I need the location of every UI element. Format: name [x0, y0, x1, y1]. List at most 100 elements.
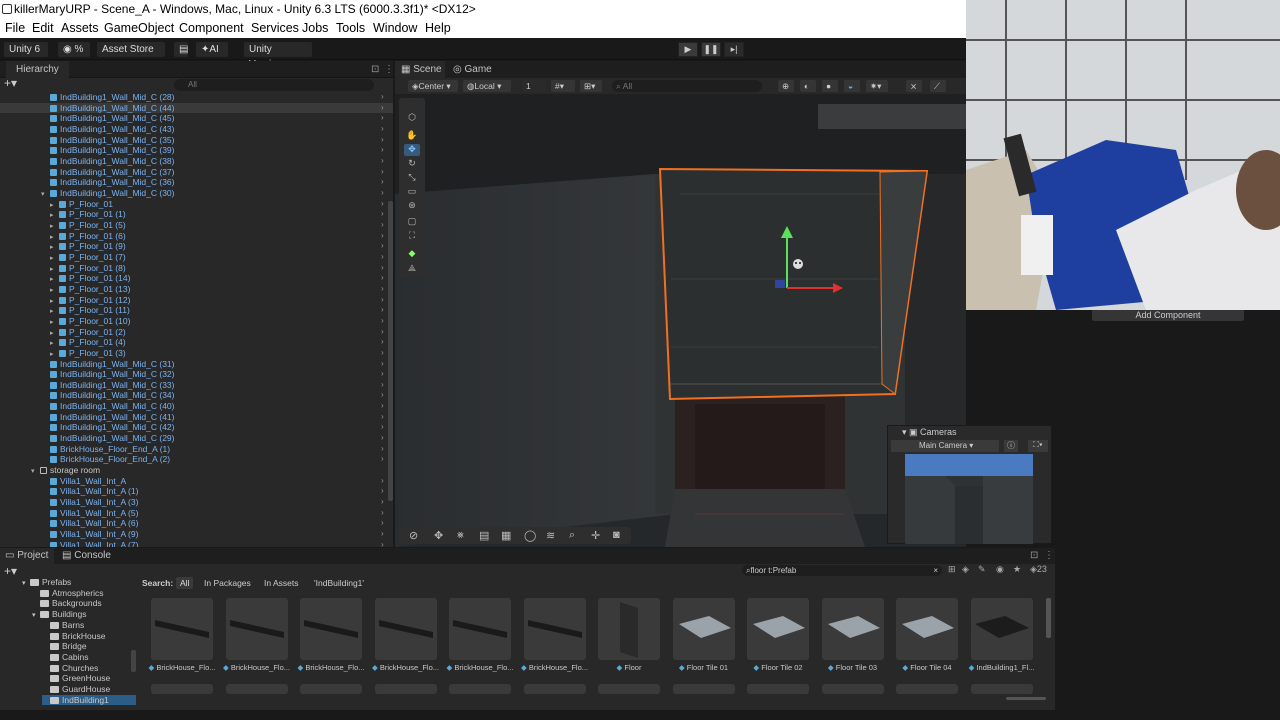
hierarchy-row[interactable]: Villa1_Wall_Int_A (9) ›: [0, 529, 393, 540]
hierarchy-row[interactable]: IndBuilding1_Wall_Mid_C (36) ›: [0, 177, 393, 188]
scope-in-packages[interactable]: In Packages: [204, 578, 251, 588]
hierarchy-row[interactable]: ▸ P_Floor_01 (4) ›: [0, 337, 393, 348]
hand-tool-icon[interactable]: ✋: [404, 130, 420, 142]
layers-icon[interactable]: ≋: [546, 529, 555, 542]
unity-account-button[interactable]: Unity 6: [4, 42, 48, 57]
lighting-icon[interactable]: ●: [822, 80, 838, 92]
scene-search-input[interactable]: ⌕ All: [612, 80, 762, 92]
scene-viewport[interactable]: [395, 94, 966, 547]
hierarchy-row[interactable]: ▸ P_Floor_01 (13) ›: [0, 284, 393, 295]
hierarchy-row[interactable]: ▸ P_Floor_01 (2) ›: [0, 327, 393, 338]
version-control-button[interactable]: Unity Versio... ▾: [244, 42, 312, 70]
hierarchy-row[interactable]: IndBuilding1_Wall_Mid_C (44) ›: [0, 102, 393, 114]
space-dropdown[interactable]: ◍Local ▾: [463, 80, 511, 92]
rect-tool-icon[interactable]: ▭: [404, 186, 420, 198]
open-prefab-arrow-icon[interactable]: ›: [381, 273, 384, 284]
scope-folder[interactable]: 'IndBuilding1': [314, 578, 364, 588]
hierarchy-row[interactable]: IndBuilding1_Wall_Mid_C (42) ›: [0, 422, 393, 433]
open-prefab-arrow-icon[interactable]: ›: [381, 305, 384, 316]
hierarchy-row[interactable]: IndBuilding1_Wall_Mid_C (32) ›: [0, 369, 393, 380]
hierarchy-row[interactable]: Villa1_Wall_Int_A (1) ›: [0, 486, 393, 497]
open-prefab-arrow-icon[interactable]: ›: [381, 486, 384, 497]
step-button[interactable]: ▸|: [724, 42, 744, 57]
asset-thumbnail[interactable]: [970, 598, 1033, 660]
project-search-input[interactable]: ⌕floor t:Prefab ×: [742, 565, 942, 576]
asset-thumbnail[interactable]: [821, 598, 884, 660]
filter-log-icon[interactable]: ✎: [978, 564, 986, 575]
asset-thumbnail[interactable]: [672, 684, 735, 694]
fx-icon[interactable]: ◒: [844, 80, 860, 92]
camera-settings-icon[interactable]: ⛶▾: [1028, 440, 1048, 452]
pause-button[interactable]: ❚❚: [701, 42, 721, 57]
add-component-button[interactable]: Add Component: [1092, 309, 1244, 321]
folder-item[interactable]: Cabins: [42, 652, 88, 663]
open-prefab-arrow-icon[interactable]: ›: [381, 476, 384, 487]
grid-size-field[interactable]: 1: [522, 80, 546, 92]
open-prefab-arrow-icon[interactable]: ›: [381, 113, 384, 124]
tab-game[interactable]: ◎ Game: [451, 61, 492, 78]
scale-tool-icon[interactable]: ⤡: [404, 172, 420, 184]
zoom-icon[interactable]: ⌕: [569, 529, 575, 542]
open-prefab-arrow-icon[interactable]: ›: [381, 337, 384, 348]
visibility-icon[interactable]: ⨯: [906, 80, 922, 92]
menu-edit[interactable]: Edit: [32, 19, 54, 38]
asset-thumbnail[interactable]: [598, 598, 660, 660]
asset-thumbnail[interactable]: [896, 684, 958, 694]
gizmos-icon[interactable]: ✷▾: [866, 80, 888, 92]
open-prefab-arrow-icon[interactable]: ›: [381, 497, 384, 508]
hierarchy-row[interactable]: BrickHouse_Floor_End_A (2) ›: [0, 454, 393, 465]
open-prefab-arrow-icon[interactable]: ›: [381, 359, 384, 370]
crosshair-icon[interactable]: ✛: [591, 529, 600, 542]
menu-component[interactable]: Component: [179, 19, 244, 38]
probuilder-icon[interactable]: ◆: [404, 248, 420, 260]
camera-select[interactable]: Main Camera ▾: [891, 440, 999, 452]
grid-icon[interactable]: ⊘: [409, 529, 418, 542]
open-prefab-arrow-icon[interactable]: ›: [381, 390, 384, 401]
hierarchy-row[interactable]: IndBuilding1_Wall_Mid_C (40) ›: [0, 401, 393, 412]
open-prefab-arrow-icon[interactable]: ›: [381, 316, 384, 327]
folder-item[interactable]: GuardHouse: [42, 684, 110, 695]
hierarchy-row[interactable]: IndBuilding1_Wall_Mid_C (37) ›: [0, 167, 393, 178]
menu-gameobject[interactable]: GameObject: [104, 19, 174, 38]
open-prefab-arrow-icon[interactable]: ›: [381, 380, 384, 391]
snap-move-icon[interactable]: ✥: [434, 529, 443, 542]
hidden-packages-icon[interactable]: ◉: [996, 564, 1004, 575]
asset-thumbnail[interactable]: [523, 684, 586, 694]
view-options-icon[interactable]: ⬡: [404, 112, 420, 124]
favorite-icon[interactable]: ★: [1013, 564, 1021, 575]
hierarchy-row[interactable]: ▸ P_Floor_01 (7) ›: [0, 252, 393, 263]
menu-jobs[interactable]: Jobs: [302, 19, 328, 38]
hierarchy-row[interactable]: ▾ storage room: [0, 465, 393, 476]
open-prefab-arrow-icon[interactable]: ›: [381, 518, 384, 529]
tab-console[interactable]: ▤ Console: [60, 548, 111, 564]
open-prefab-arrow-icon[interactable]: ›: [381, 167, 384, 178]
menu-services[interactable]: Services: [251, 19, 299, 38]
folder-item[interactable]: GreenHouse: [42, 673, 110, 684]
hierarchy-row[interactable]: ▸ P_Floor_01 (3) ›: [0, 348, 393, 359]
create-button[interactable]: +▾: [4, 76, 17, 90]
open-prefab-arrow-icon[interactable]: ›: [381, 156, 384, 167]
hierarchy-row[interactable]: Villa1_Wall_Int_A ›: [0, 476, 393, 487]
folder-item[interactable]: Backgrounds: [32, 598, 102, 609]
open-prefab-arrow-icon[interactable]: ›: [381, 135, 384, 146]
hierarchy-row[interactable]: Villa1_Wall_Int_A (3) ›: [0, 497, 393, 508]
asset-thumbnail[interactable]: [151, 598, 213, 660]
scope-in-assets[interactable]: In Assets: [264, 578, 299, 588]
open-prefab-arrow-icon[interactable]: ›: [381, 188, 384, 199]
orientation-gizmo-icon[interactable]: ⊕: [778, 80, 794, 92]
custom-tool-icon[interactable]: ▢: [404, 216, 420, 228]
clear-search-icon[interactable]: ×: [933, 565, 938, 576]
asset-thumbnail[interactable]: [747, 684, 809, 694]
hierarchy-row[interactable]: IndBuilding1_Wall_Mid_C (41) ›: [0, 412, 393, 423]
hierarchy-row[interactable]: IndBuilding1_Wall_Mid_C (33) ›: [0, 380, 393, 391]
asset-store-button[interactable]: Asset Store ▾: [97, 42, 165, 70]
snap-settings-icon[interactable]: ⊞▾: [580, 80, 602, 92]
hierarchy-row[interactable]: ▾ IndBuilding1_Wall_Mid_C (30) ›: [0, 188, 393, 199]
hierarchy-row[interactable]: Villa1_Wall_Int_A (5) ›: [0, 508, 393, 519]
folder-item[interactable]: Bridge: [42, 641, 87, 652]
asset-thumbnail[interactable]: [598, 684, 660, 694]
folder-item[interactable]: ▾ Buildings: [32, 609, 87, 620]
filter-label-icon[interactable]: ◈: [962, 564, 969, 575]
folder-item[interactable]: IndBuilding1: [42, 694, 136, 706]
camera-info-icon[interactable]: ⓘ: [1004, 440, 1018, 452]
